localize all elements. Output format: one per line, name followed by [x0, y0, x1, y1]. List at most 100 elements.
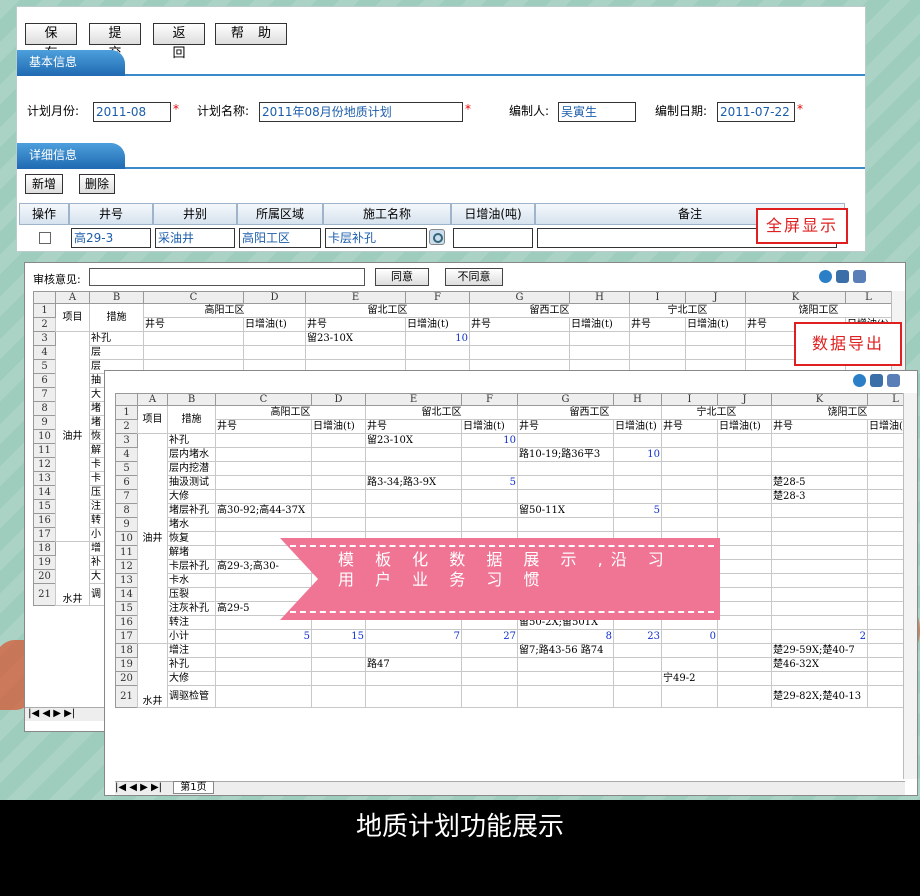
- save-button[interactable]: 保 存: [25, 23, 77, 61]
- group-label-water: 水井: [137, 643, 168, 708]
- export-icon[interactable]: [887, 373, 900, 387]
- data-cell: [717, 489, 772, 504]
- column-letter: J: [717, 393, 772, 406]
- basic-info-tab[interactable]: 基本信息: [17, 50, 125, 76]
- refresh-icon[interactable]: [853, 373, 866, 387]
- oil-col-header: 日增油(t): [311, 419, 366, 434]
- data-cell: [517, 657, 614, 672]
- data-cell: [771, 545, 868, 560]
- measure-header: 措施: [89, 303, 144, 332]
- data-cell: [661, 489, 718, 504]
- data-cell: 楚28-3: [771, 489, 868, 504]
- delete-button[interactable]: 删除: [79, 174, 115, 194]
- data-cell: [661, 657, 718, 672]
- data-cell: [517, 489, 614, 504]
- detail-info-tab[interactable]: 详细信息: [17, 143, 125, 169]
- plan-month-field[interactable]: 2011-08: [93, 102, 171, 122]
- back-button[interactable]: 返 回: [153, 23, 205, 61]
- data-cell: [717, 531, 772, 546]
- fullscreen-icon[interactable]: [836, 269, 849, 283]
- row-number: 17: [115, 629, 138, 644]
- measure-cell: 补孔: [167, 657, 216, 672]
- submit-button[interactable]: 提 交: [89, 23, 141, 61]
- help-button[interactable]: 帮 助: [215, 23, 287, 45]
- plan-name-field[interactable]: 2011年08月份地质计划: [259, 102, 463, 122]
- row-number: 3: [33, 331, 56, 346]
- add-button[interactable]: 新增: [25, 174, 63, 194]
- data-cell: [771, 461, 868, 476]
- data-cell: [305, 345, 406, 360]
- row-number: 4: [33, 345, 56, 360]
- ribbon-text: 模 板 化 数 据 展 示 ,沿 习 用 户 业 务 习 惯: [338, 550, 672, 589]
- item-header: 项目: [55, 303, 90, 332]
- vertical-scrollbar[interactable]: [903, 393, 917, 779]
- required-mark: *: [797, 102, 803, 116]
- data-cell: [717, 559, 772, 574]
- disagree-button[interactable]: 不同意: [445, 268, 503, 286]
- column-letter: K: [771, 393, 868, 406]
- oil-col-header: 日增油(t): [461, 419, 518, 434]
- export-callout: 数据导出: [794, 322, 902, 366]
- oil-col-header: 日增油(t): [405, 317, 470, 332]
- review-input[interactable]: [89, 268, 365, 286]
- data-cell: [215, 461, 312, 476]
- sheet-tab[interactable]: 第1页: [173, 781, 214, 794]
- data-cell: 23: [613, 629, 662, 644]
- author-field[interactable]: 吴寅生: [558, 102, 636, 122]
- data-cell: 8: [517, 629, 614, 644]
- sheet-toolbar: [815, 269, 866, 283]
- data-cell: [771, 559, 868, 574]
- district-header: 留西工区: [517, 405, 662, 420]
- required-mark: *: [173, 102, 179, 116]
- lookup-icon[interactable]: [429, 229, 445, 245]
- column-letter: I: [629, 291, 686, 304]
- row-checkbox[interactable]: [39, 232, 51, 244]
- fullscreen-icon[interactable]: [870, 373, 883, 387]
- data-cell: 高30-92;高44-37X: [215, 503, 312, 518]
- data-cell: [461, 489, 518, 504]
- measure-cell: 调驱检管: [167, 685, 216, 708]
- row-number: 15: [115, 601, 138, 616]
- well-type-field[interactable]: 采油井: [155, 228, 235, 248]
- data-cell: [365, 643, 462, 658]
- data-cell: [517, 517, 614, 532]
- area-field[interactable]: 高阳工区: [239, 228, 321, 248]
- data-cell: [461, 657, 518, 672]
- data-cell: [613, 461, 662, 476]
- data-cell: [517, 671, 614, 686]
- data-cell: [717, 671, 772, 686]
- data-cell: [613, 517, 662, 532]
- col-header-well-type: 井别: [153, 203, 237, 225]
- well-col-header: 井号: [365, 419, 462, 434]
- data-cell: [469, 331, 570, 346]
- refresh-icon[interactable]: [819, 269, 832, 283]
- export-icon[interactable]: [853, 269, 866, 283]
- well-col-header: 井号: [469, 317, 570, 332]
- column-letter: J: [685, 291, 746, 304]
- data-cell: 0: [661, 629, 718, 644]
- agree-button[interactable]: 同意: [375, 268, 429, 286]
- oil-col-header: 日增油(t): [243, 317, 306, 332]
- data-cell: [469, 345, 570, 360]
- work-name-field[interactable]: 卡层补孔: [325, 228, 427, 248]
- data-cell: [717, 517, 772, 532]
- sheet-nav[interactable]: |◀ ◀ ▶ ▶|: [115, 782, 162, 793]
- data-cell: [629, 345, 686, 360]
- plan-date-field[interactable]: 2011-07-22: [717, 102, 795, 122]
- data-cell: [613, 475, 662, 490]
- data-cell: [311, 489, 366, 504]
- data-cell: [717, 629, 772, 644]
- oil-field[interactable]: [453, 228, 533, 248]
- row-number: 19: [33, 555, 56, 570]
- data-cell: [771, 433, 868, 448]
- data-cell: [311, 657, 366, 672]
- row-number: 10: [115, 531, 138, 546]
- data-cell: [517, 475, 614, 490]
- data-cell: [771, 531, 868, 546]
- measure-cell: 层: [89, 345, 144, 360]
- fullscreen-callout: 全屏显示: [756, 208, 848, 244]
- well-field[interactable]: 高29-3: [71, 228, 151, 248]
- row-number: 18: [115, 643, 138, 658]
- measure-cell: 层内挖潜: [167, 461, 216, 476]
- column-letter: B: [167, 393, 216, 406]
